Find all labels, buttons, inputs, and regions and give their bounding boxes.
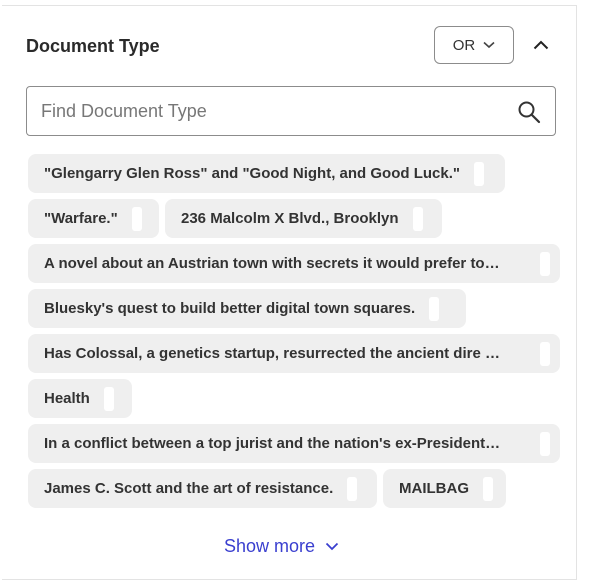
chip-label: 236 Malcolm X Blvd., Brooklyn — [181, 210, 399, 227]
chip-count-badge — [429, 296, 440, 321]
facet-title: Document Type — [26, 36, 160, 56]
chip-glengarry[interactable]: "Glengarry Glen Ross" and "Good Night, a… — [28, 154, 505, 193]
operator-label: OR — [452, 36, 476, 54]
chevron-down-icon — [325, 542, 339, 551]
collapse-button[interactable] — [530, 34, 552, 56]
document-type-facet: Document Type OR "Glengarry Glen Ross" a… — [2, 5, 577, 580]
chip-austrian-novel[interactable]: A novel about an Austrian town with secr… — [28, 244, 560, 283]
chip-jurist[interactable]: In a conflict between a top jurist and t… — [28, 424, 560, 463]
chip-bluesky[interactable]: Bluesky's quest to build better digital … — [28, 289, 466, 328]
operator-dropdown[interactable]: OR — [434, 26, 514, 64]
chip-count-badge — [540, 251, 550, 276]
chip-count-badge — [540, 431, 550, 456]
chip-count-badge — [347, 476, 358, 501]
chip-james-scott[interactable]: James C. Scott and the art of resistance… — [28, 469, 377, 508]
chip-label: "Glengarry Glen Ross" and "Good Night, a… — [44, 165, 460, 182]
chip-count-badge — [473, 161, 484, 186]
search-input[interactable] — [41, 87, 501, 135]
chip-count-badge — [131, 206, 142, 231]
show-more-link[interactable]: Show more — [224, 536, 339, 557]
chevron-up-icon — [533, 40, 549, 50]
chip-label: "Warfare." — [44, 210, 118, 227]
search-icon[interactable] — [517, 100, 541, 124]
chip-mailbag[interactable]: MAILBAG — [383, 469, 506, 508]
chip-label: Health — [44, 390, 90, 407]
chip-label: In a conflict between a top jurist and t… — [44, 435, 501, 452]
chip-count-badge — [412, 206, 423, 231]
search-box — [26, 86, 556, 136]
chip-label: James C. Scott and the art of resistance… — [44, 480, 334, 497]
chevron-down-icon — [483, 41, 495, 49]
chip-label: A novel about an Austrian town with secr… — [44, 255, 500, 272]
show-more-label: Show more — [224, 536, 316, 556]
chip-label: Has Colossal, a genetics startup, resurr… — [44, 345, 500, 362]
chip-count-badge — [483, 476, 493, 501]
chip-colossal[interactable]: Has Colossal, a genetics startup, resurr… — [28, 334, 560, 373]
chip-label: MAILBAG — [399, 480, 469, 497]
chip-count-badge — [540, 341, 550, 366]
chip-label: Bluesky's quest to build better digital … — [44, 300, 416, 317]
chip-health[interactable]: Health — [28, 379, 132, 418]
chip-count-badge — [103, 386, 114, 411]
chip-malcolm-x[interactable]: 236 Malcolm X Blvd., Brooklyn — [165, 199, 442, 238]
chip-warfare[interactable]: "Warfare." — [28, 199, 159, 238]
chip-list: "Glengarry Glen Ross" and "Good Night, a… — [28, 154, 560, 514]
